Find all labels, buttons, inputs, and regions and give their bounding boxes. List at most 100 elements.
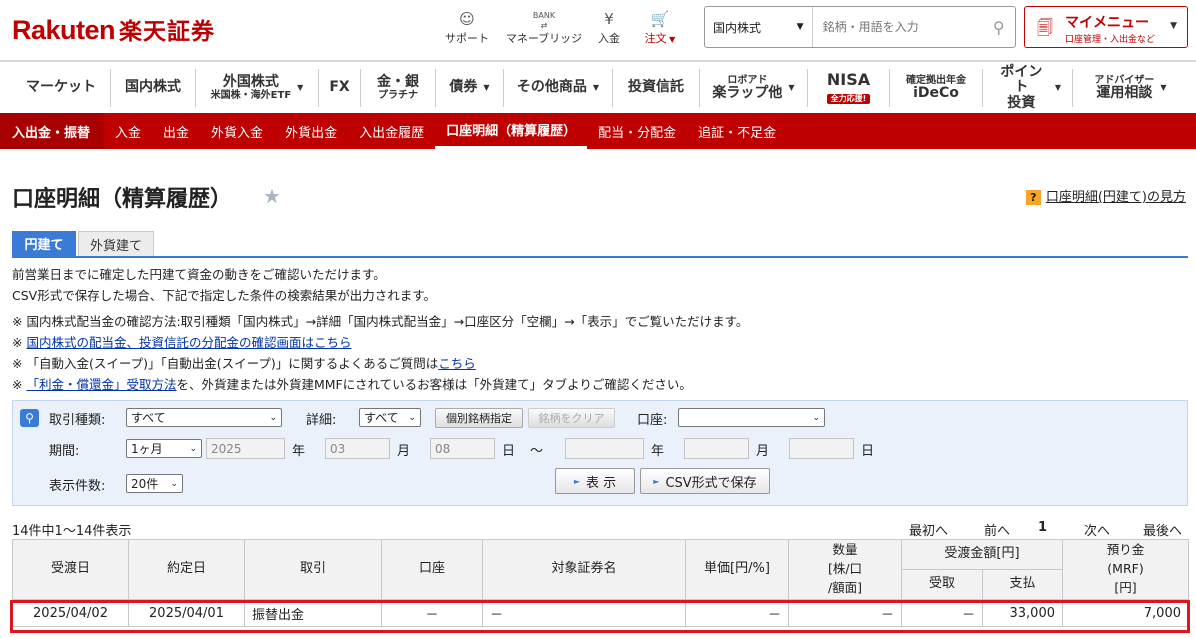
subnav-dividends[interactable]: 配当・分配金 bbox=[587, 113, 687, 149]
chevron-down-icon: ▼ bbox=[796, 22, 804, 32]
csv-save-button[interactable]: ► CSV形式で保存 bbox=[640, 468, 770, 494]
howto-link[interactable]: ? 口座明細(円建て)の見方 bbox=[1025, 186, 1186, 205]
gnav-other-products[interactable]: その他商品 ▼ bbox=[503, 69, 612, 107]
cart-icon: 🛒 bbox=[650, 10, 670, 28]
day-unit: 日 bbox=[861, 444, 875, 459]
note-interest: ※ 「利金・償還金」受取方法を、外貨建または外貨建MMFにされているお客様は「外… bbox=[12, 377, 692, 392]
page-title: 口座明細（精算履歴） bbox=[12, 187, 233, 212]
currency-tabs: 円建て 外貨建て bbox=[12, 231, 1188, 258]
search-input[interactable] bbox=[812, 7, 983, 47]
cell-deposit: 7,000 bbox=[1062, 599, 1189, 627]
cell-pay: 33,000 bbox=[982, 599, 1063, 627]
subnav-account-statement[interactable]: 口座明細（精算履歴） bbox=[435, 113, 588, 149]
chevron-down-icon: ⌄ bbox=[189, 443, 197, 454]
col-quantity: 数量 [株/口 /額面] bbox=[788, 539, 902, 600]
from-month-input[interactable]: 03 bbox=[325, 438, 390, 459]
gnav-point-invest[interactable]: ポイント 投資 ▼ bbox=[982, 64, 1072, 111]
gnav-gold-silver[interactable]: 金・銀 プラチナ bbox=[360, 69, 435, 107]
clear-security-button[interactable]: 銘柄をクリア bbox=[528, 408, 615, 428]
support-link[interactable]: ☺ サポート bbox=[444, 8, 490, 46]
transaction-type-select[interactable]: すべて ⌄ bbox=[126, 408, 282, 427]
gnav-market[interactable]: マーケット bbox=[12, 69, 110, 107]
subnav-fx-deposit[interactable]: 外貨入金 bbox=[200, 113, 274, 149]
gnav-domestic-stock[interactable]: 国内株式 bbox=[110, 69, 195, 107]
type-label: 取引種類: bbox=[49, 413, 106, 428]
search-icon[interactable]: ⚲ bbox=[983, 7, 1015, 47]
interest-method-link[interactable]: 「利金・償還金」受取方法 bbox=[26, 377, 176, 392]
col-security: 対象証券名 bbox=[482, 539, 686, 600]
favorite-star-icon[interactable]: ★ bbox=[263, 184, 281, 208]
cell-quantity: － bbox=[788, 599, 902, 627]
subnav-deposit[interactable]: 入金 bbox=[104, 113, 152, 149]
gnav-nisa[interactable]: NISA全力応援! bbox=[807, 69, 889, 107]
yen-deposit-icon: ¥ bbox=[604, 10, 614, 28]
subnav-margin-call[interactable]: 追証・不足金 bbox=[687, 113, 787, 149]
subnav-history[interactable]: 入出金履歴 bbox=[348, 113, 435, 149]
col-type: 取引 bbox=[244, 539, 382, 600]
subnav-fx-withdraw[interactable]: 外貨出金 bbox=[274, 113, 348, 149]
dividend-screen-link[interactable]: 国内株式の配当金、投資信託の分配金の確認画面はこちら bbox=[26, 335, 351, 350]
cell-account: － bbox=[381, 599, 483, 627]
year-unit: 年 bbox=[292, 444, 306, 459]
chevron-down-icon: ⌄ bbox=[269, 412, 277, 423]
order-link[interactable]: 🛒 注文 ▼ bbox=[640, 8, 680, 46]
my-menu-icon: 🗐 bbox=[1037, 18, 1053, 37]
col-deposit-mrf: 預り金 (MRF) [円] bbox=[1062, 539, 1189, 600]
subnav-withdraw[interactable]: 出金 bbox=[152, 113, 200, 149]
pager-first[interactable]: 最初へ bbox=[909, 520, 948, 539]
top-header: Rakuten 楽天証券 ☺ サポート BANK ⇄ マネーブリッジ ¥ 入金 🛒 … bbox=[0, 0, 1196, 62]
triangle-right-icon: ► bbox=[653, 476, 660, 486]
subnav-deposit-withdraw: 入出金・振替 入金 出金 外貨入金 外貨出金 入出金履歴 口座明細（精算履歴） … bbox=[0, 113, 1196, 149]
gnav-foreign-stock[interactable]: 外国株式 米国株・海外ETF ▼ bbox=[195, 69, 318, 107]
from-day-input[interactable]: 08 bbox=[430, 438, 495, 459]
cell-type: 振替出金 bbox=[244, 599, 382, 627]
gnav-ideco[interactable]: 確定拠出年金 iDeCo bbox=[889, 69, 982, 107]
from-year-input[interactable]: 2025 bbox=[206, 438, 285, 459]
subnav-lead[interactable]: 入出金・振替 bbox=[0, 113, 105, 149]
specify-security-button[interactable]: 個別銘柄指定 bbox=[435, 408, 523, 428]
detail-select[interactable]: すべて ⌄ bbox=[359, 408, 421, 427]
col-unit-price: 単価[円/%] bbox=[685, 539, 789, 600]
period-label: 期間: bbox=[49, 444, 80, 459]
account-label: 口座: bbox=[637, 413, 668, 428]
col-receive: 受取 bbox=[901, 569, 983, 600]
detail-label: 詳細: bbox=[306, 413, 337, 428]
pager-next[interactable]: 次へ bbox=[1084, 520, 1110, 539]
cell-receive: － bbox=[901, 599, 983, 627]
year-unit: 年 bbox=[651, 444, 665, 459]
gnav-investment-trust[interactable]: 投資信託 bbox=[612, 69, 699, 107]
to-day-input[interactable] bbox=[789, 438, 854, 459]
cell-trade-date: 2025/04/01 bbox=[128, 599, 245, 627]
search-category-select[interactable]: 国内株式 ▼ bbox=[705, 7, 813, 47]
rakuten-logo[interactable]: Rakuten 楽天証券 bbox=[12, 12, 215, 46]
sweep-faq-link[interactable]: こちら bbox=[438, 356, 476, 371]
gnav-advisor[interactable]: アドバイザー 運用相談 ▼ bbox=[1072, 69, 1188, 107]
col-trade-date: 約定日 bbox=[128, 539, 245, 600]
my-menu-button[interactable]: 🗐 マイメニュー 口座管理・入出金など ▼ bbox=[1024, 6, 1188, 48]
tab-foreign-currency[interactable]: 外貨建て bbox=[78, 231, 154, 256]
col-settle-date: 受渡日 bbox=[12, 539, 129, 600]
search-icon: ⚲ bbox=[20, 409, 39, 427]
month-unit: 月 bbox=[397, 444, 411, 459]
pager-current: 1 bbox=[1038, 520, 1048, 535]
count-label: 表示件数: bbox=[49, 479, 106, 494]
help-icon: ? bbox=[1025, 190, 1041, 205]
gnav-bonds[interactable]: 債券 ▼ bbox=[435, 69, 503, 107]
account-select[interactable]: ⌄ bbox=[678, 408, 825, 427]
table-row: 2025/04/02 2025/04/01 振替出金 － － － － － 33,… bbox=[12, 599, 1189, 627]
global-nav: マーケット 国内株式 外国株式 米国株・海外ETF ▼ FX 金・銀 プラチナ 債券 ▼… bbox=[0, 64, 1196, 112]
money-bridge-link[interactable]: BANK ⇄ マネーブリッジ bbox=[504, 8, 584, 46]
page-size-select[interactable]: 20件 ⌄ bbox=[126, 474, 183, 493]
period-select[interactable]: 1ヶ月 ⌄ bbox=[126, 439, 202, 458]
gnav-rakuwrap[interactable]: ロボアド 楽ラップ他 ▼ bbox=[699, 69, 807, 107]
deposit-link[interactable]: ¥ 入金 bbox=[594, 8, 624, 46]
to-month-input[interactable] bbox=[684, 438, 749, 459]
chevron-down-icon: ⌄ bbox=[812, 412, 820, 423]
to-year-input[interactable] bbox=[565, 438, 644, 459]
show-button[interactable]: ► 表 示 bbox=[555, 468, 635, 494]
tab-yen[interactable]: 円建て bbox=[12, 231, 76, 256]
pager-last[interactable]: 最後へ bbox=[1143, 520, 1182, 539]
gnav-fx[interactable]: FX bbox=[318, 69, 360, 107]
note-dividend-howto: ※ 国内株式配当金の確認方法:取引種類「国内株式」→詳細「国内株式配当金」→口座… bbox=[12, 314, 749, 329]
pager-prev[interactable]: 前へ bbox=[984, 520, 1010, 539]
